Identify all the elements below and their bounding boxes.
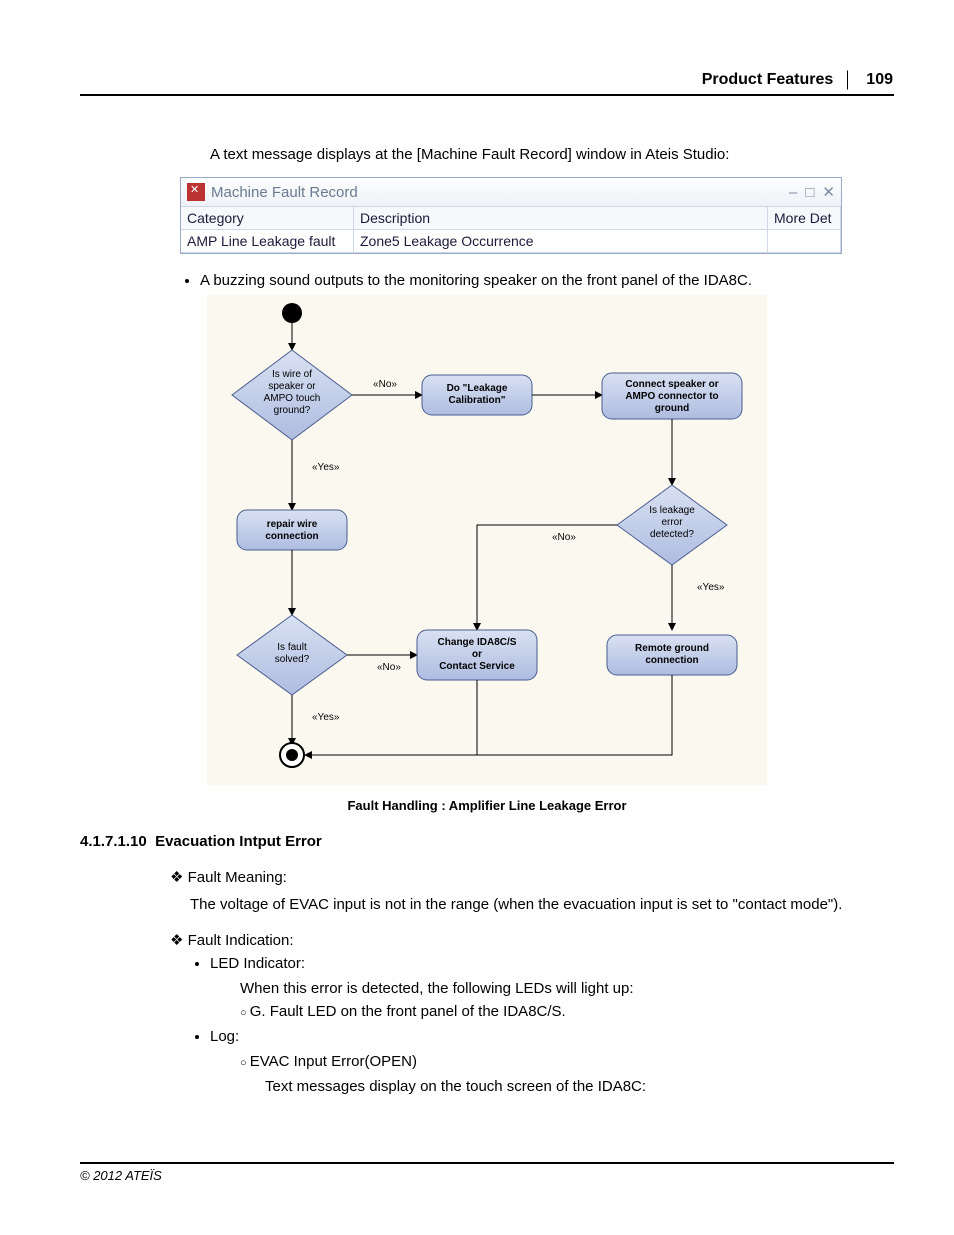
svg-text:«Yes»: «Yes»: [312, 712, 340, 723]
svg-text:«Yes»: «Yes»: [312, 462, 340, 473]
flow-caption: Fault Handling : Amplifier Line Leakage …: [80, 798, 894, 813]
svg-text:repair wire: repair wire: [267, 519, 318, 530]
start-node: [282, 303, 302, 323]
page-header: Product Features 109: [80, 70, 894, 96]
svg-text:connection: connection: [265, 531, 318, 542]
label-no: «No»: [373, 379, 397, 390]
process-connect-ground: Connect speaker or AMPO connector to gro…: [602, 373, 742, 419]
col-more[interactable]: More Det: [768, 207, 841, 230]
svg-text:Calibration": Calibration": [449, 395, 506, 406]
action-repair-wire: repair wire connection: [237, 510, 347, 550]
flowchart-svg: Is wire of speaker or AMPO touch ground?…: [207, 295, 767, 785]
end-node: [280, 743, 304, 767]
cell-category: AMP Line Leakage fault: [181, 230, 354, 253]
cell-more: [768, 230, 841, 253]
page-number: 109: [847, 70, 894, 90]
col-category[interactable]: Category: [181, 207, 354, 230]
svg-text:«No»: «No»: [552, 532, 576, 543]
svg-text:speaker or: speaker or: [268, 381, 316, 392]
log-item: EVAC Input Error(OPEN): [240, 1053, 894, 1070]
table-header: Category Description More Det: [181, 206, 841, 230]
svg-text:connection: connection: [645, 655, 698, 666]
svg-text:solved?: solved?: [275, 654, 310, 665]
svg-text:AMPO connector to: AMPO connector to: [625, 391, 718, 402]
process-remote-ground: Remote ground connection: [607, 635, 737, 675]
led-text: When this error is detected, the followi…: [240, 980, 894, 997]
minimize-button[interactable]: –: [789, 184, 797, 201]
svg-text:Change IDA8C/S: Change IDA8C/S: [438, 637, 517, 648]
svg-text:ground?: ground?: [274, 405, 311, 416]
bullet-buzzing: A buzzing sound outputs to the monitorin…: [200, 272, 894, 289]
log-label: Log:: [210, 1028, 894, 1045]
fault-meaning-label: Fault Meaning:: [170, 868, 894, 886]
footer: © 2012 ATEÏS: [80, 1162, 894, 1183]
svg-text:error: error: [661, 517, 683, 528]
col-description[interactable]: Description: [354, 207, 768, 230]
window-title: Machine Fault Record: [211, 184, 358, 201]
svg-text:Do "Leakage: Do "Leakage: [447, 383, 508, 394]
cell-description: Zone5 Leakage Occurrence: [354, 230, 768, 253]
svg-text:Connect speaker or: Connect speaker or: [625, 379, 718, 390]
svg-text:Remote ground: Remote ground: [635, 643, 709, 654]
log-text: Text messages display on the touch scree…: [265, 1078, 894, 1095]
process-leakage-calibration: Do "Leakage Calibration": [422, 375, 532, 415]
fault-meaning-text: The voltage of EVAC input is not in the …: [190, 896, 894, 913]
svg-text:«No»: «No»: [377, 662, 401, 673]
intro-text: A text message displays at the [Machine …: [210, 146, 894, 163]
fault-indication-label: Fault Indication:: [170, 931, 894, 949]
svg-text:«Yes»: «Yes»: [697, 582, 725, 593]
process-change-contact: Change IDA8C/S or Contact Service: [417, 630, 537, 680]
close-button[interactable]: ✕: [822, 183, 835, 201]
table-row[interactable]: AMP Line Leakage fault Zone5 Leakage Occ…: [181, 230, 841, 253]
maximize-button[interactable]: □: [805, 184, 814, 201]
machine-fault-record-window: Machine Fault Record – □ ✕ Category Desc…: [180, 177, 842, 254]
svg-text:AMPO touch: AMPO touch: [264, 393, 321, 404]
flowchart: Is wire of speaker or AMPO touch ground?…: [80, 295, 894, 790]
svg-text:detected?: detected?: [650, 529, 694, 540]
svg-text:ground: ground: [655, 403, 689, 414]
svg-text:Is fault: Is fault: [277, 642, 307, 653]
svg-text:Is leakage: Is leakage: [649, 505, 695, 516]
app-icon: [187, 183, 205, 201]
svg-text:Is wire of: Is wire of: [272, 369, 312, 380]
header-title: Product Features: [702, 71, 834, 89]
svg-text:Contact Service: Contact Service: [439, 661, 515, 672]
led-item: G. Fault LED on the front panel of the I…: [240, 1003, 894, 1020]
led-indicator-label: LED Indicator:: [210, 955, 894, 972]
svg-text:or: or: [472, 649, 482, 660]
section-heading: 4.1.7.1.10 Evacuation Intput Error: [80, 833, 894, 850]
window-titlebar: Machine Fault Record – □ ✕: [181, 178, 841, 206]
